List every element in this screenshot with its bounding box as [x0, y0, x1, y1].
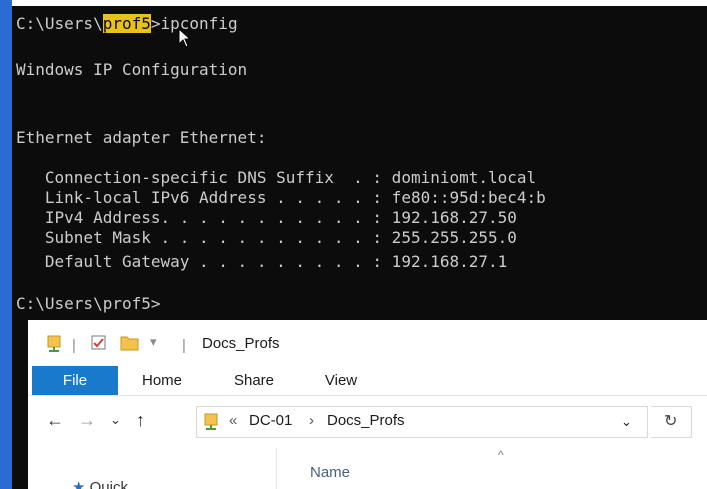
address-dropdown-icon[interactable]: ⌄ — [621, 414, 632, 430]
console-line-gateway: Default Gateway . . . . . . . . . : 192.… — [16, 252, 508, 271]
nav-pane-quick-access[interactable]: ★ Quick — [72, 478, 128, 489]
breadcrumb-separator: › — [309, 412, 314, 429]
nav-pane-star-icon: ★ — [72, 479, 90, 489]
title-separator: | — [72, 337, 76, 354]
console-line-ipv4: IPv4 Address. . . . . . . . . . . : 192.… — [16, 208, 517, 227]
window-title: Docs_Profs — [202, 335, 280, 352]
sort-ascending-icon: ^ — [498, 448, 504, 462]
navigation-bar: ← → ⌄ ↑ « DC-01 › Docs_Profs ⌄ ↻ — [28, 396, 707, 448]
console-line-subnet: Subnet Mask . . . . . . . . . . . : 255.… — [16, 228, 517, 247]
tab-file[interactable]: File — [32, 366, 118, 395]
console-line-prompt: C:\Users\prof5> — [16, 294, 161, 313]
console-line-command: C:\Users\prof5>ipconfig — [16, 14, 238, 33]
highlighted-username: prof5 — [102, 14, 151, 33]
left-accent-bar — [0, 0, 12, 489]
quick-access-dropdown-icon[interactable]: ▾ — [150, 334, 157, 350]
breadcrumb-dc-01[interactable]: DC-01 — [249, 412, 292, 429]
tab-view[interactable]: View — [316, 366, 366, 395]
title-separator-2: | — [182, 337, 186, 354]
address-bar[interactable]: « DC-01 › Docs_Profs ⌄ — [196, 406, 648, 438]
up-arrow-icon[interactable]: ↑ — [136, 410, 145, 431]
address-network-folder-icon — [204, 413, 218, 430]
column-divider — [276, 448, 277, 489]
console-line-dns-suffix: Connection-specific DNS Suffix . : domin… — [16, 168, 537, 187]
file-explorer-window[interactable]: | ▾ | Docs_Profs File Home Share View ← … — [28, 320, 707, 489]
refresh-icon: ↻ — [664, 413, 678, 430]
tab-share[interactable]: Share — [224, 366, 284, 395]
network-folder-icon — [47, 335, 61, 352]
properties-checkbox-icon[interactable] — [90, 334, 108, 352]
console-line-adapter: Ethernet adapter Ethernet: — [16, 128, 267, 147]
breadcrumb-overflow[interactable]: « — [229, 412, 237, 429]
console-line-ipv6: Link-local IPv6 Address . . . . . : fe80… — [16, 188, 546, 207]
console-line-header: Windows IP Configuration — [16, 60, 248, 79]
refresh-button[interactable]: ↻ — [651, 406, 692, 438]
forward-arrow-icon[interactable]: → — [78, 410, 96, 431]
new-folder-icon[interactable] — [120, 334, 140, 352]
back-arrow-icon[interactable]: ← — [46, 410, 64, 431]
recent-locations-chevron-icon[interactable]: ⌄ — [110, 412, 121, 428]
column-header-name[interactable]: Name — [310, 464, 350, 481]
ribbon-tabs: File Home Share View — [28, 366, 707, 396]
file-list-header: ★ Quick Name ^ — [28, 448, 707, 489]
breadcrumb-docs-profs[interactable]: Docs_Profs — [327, 412, 405, 429]
tab-home[interactable]: Home — [132, 366, 192, 395]
explorer-title-bar: | ▾ | Docs_Profs — [28, 320, 707, 366]
mouse-cursor-icon — [178, 28, 192, 48]
